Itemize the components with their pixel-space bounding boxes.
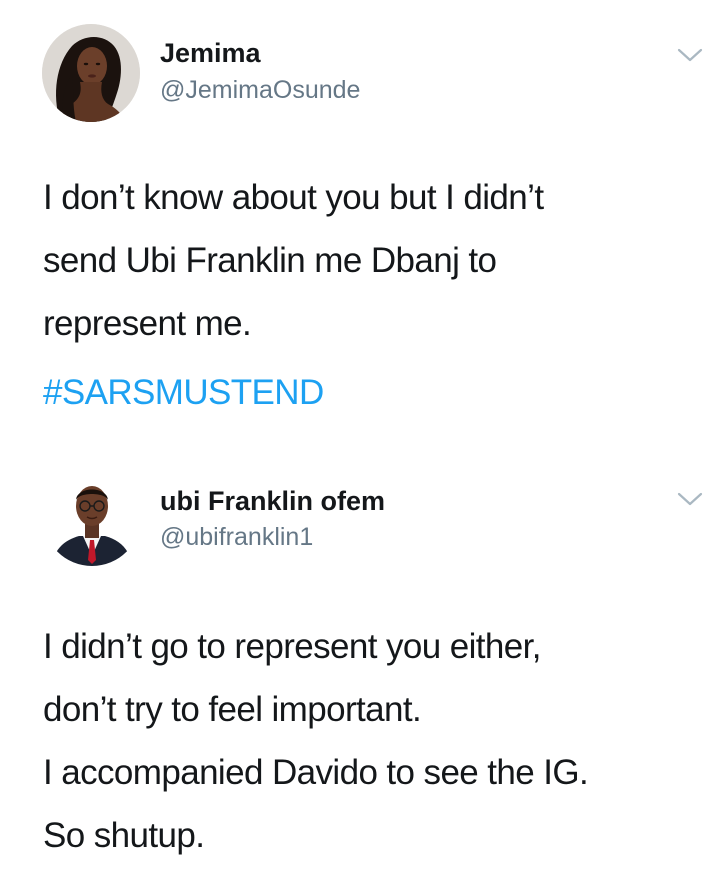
tweet: ubi Franklin ofem @ubifranklin1 I didn’t…: [0, 445, 727, 894]
author-name[interactable]: ubi Franklin ofem: [160, 486, 385, 517]
tweet-text-line: So shutup.: [43, 816, 205, 855]
tweet-text-line: I accompanied Davido to see the IG.: [43, 753, 589, 792]
author-handle[interactable]: @ubifranklin1: [160, 523, 313, 552]
tweet-text-line: represent me.: [43, 304, 252, 343]
chevron-down-icon[interactable]: [676, 490, 704, 508]
author-name[interactable]: Jemima: [160, 38, 261, 69]
profile-photo-man: [43, 468, 141, 566]
author-handle[interactable]: @JemimaOsunde: [160, 76, 360, 105]
avatar[interactable]: [42, 24, 140, 122]
avatar[interactable]: [43, 468, 141, 566]
tweet-text-line: I didn’t go to represent you either,: [43, 627, 542, 666]
tweet-text: I don’t know about you but I didn’t send…: [43, 166, 703, 355]
profile-photo-woman: [42, 24, 140, 122]
tweet-text-line: send Ubi Franklin me Dbanj to: [43, 241, 497, 280]
hashtag-link[interactable]: #SARSMUSTEND: [43, 361, 324, 424]
tweet: Jemima @JemimaOsunde I don’t know about …: [0, 0, 727, 445]
tweet-text: I didn’t go to represent you either, don…: [43, 615, 703, 867]
tweet-text-line: don’t try to feel important.: [43, 690, 422, 729]
chevron-down-icon[interactable]: [676, 46, 704, 64]
tweet-text-line: I don’t know about you but I didn’t: [43, 178, 544, 217]
